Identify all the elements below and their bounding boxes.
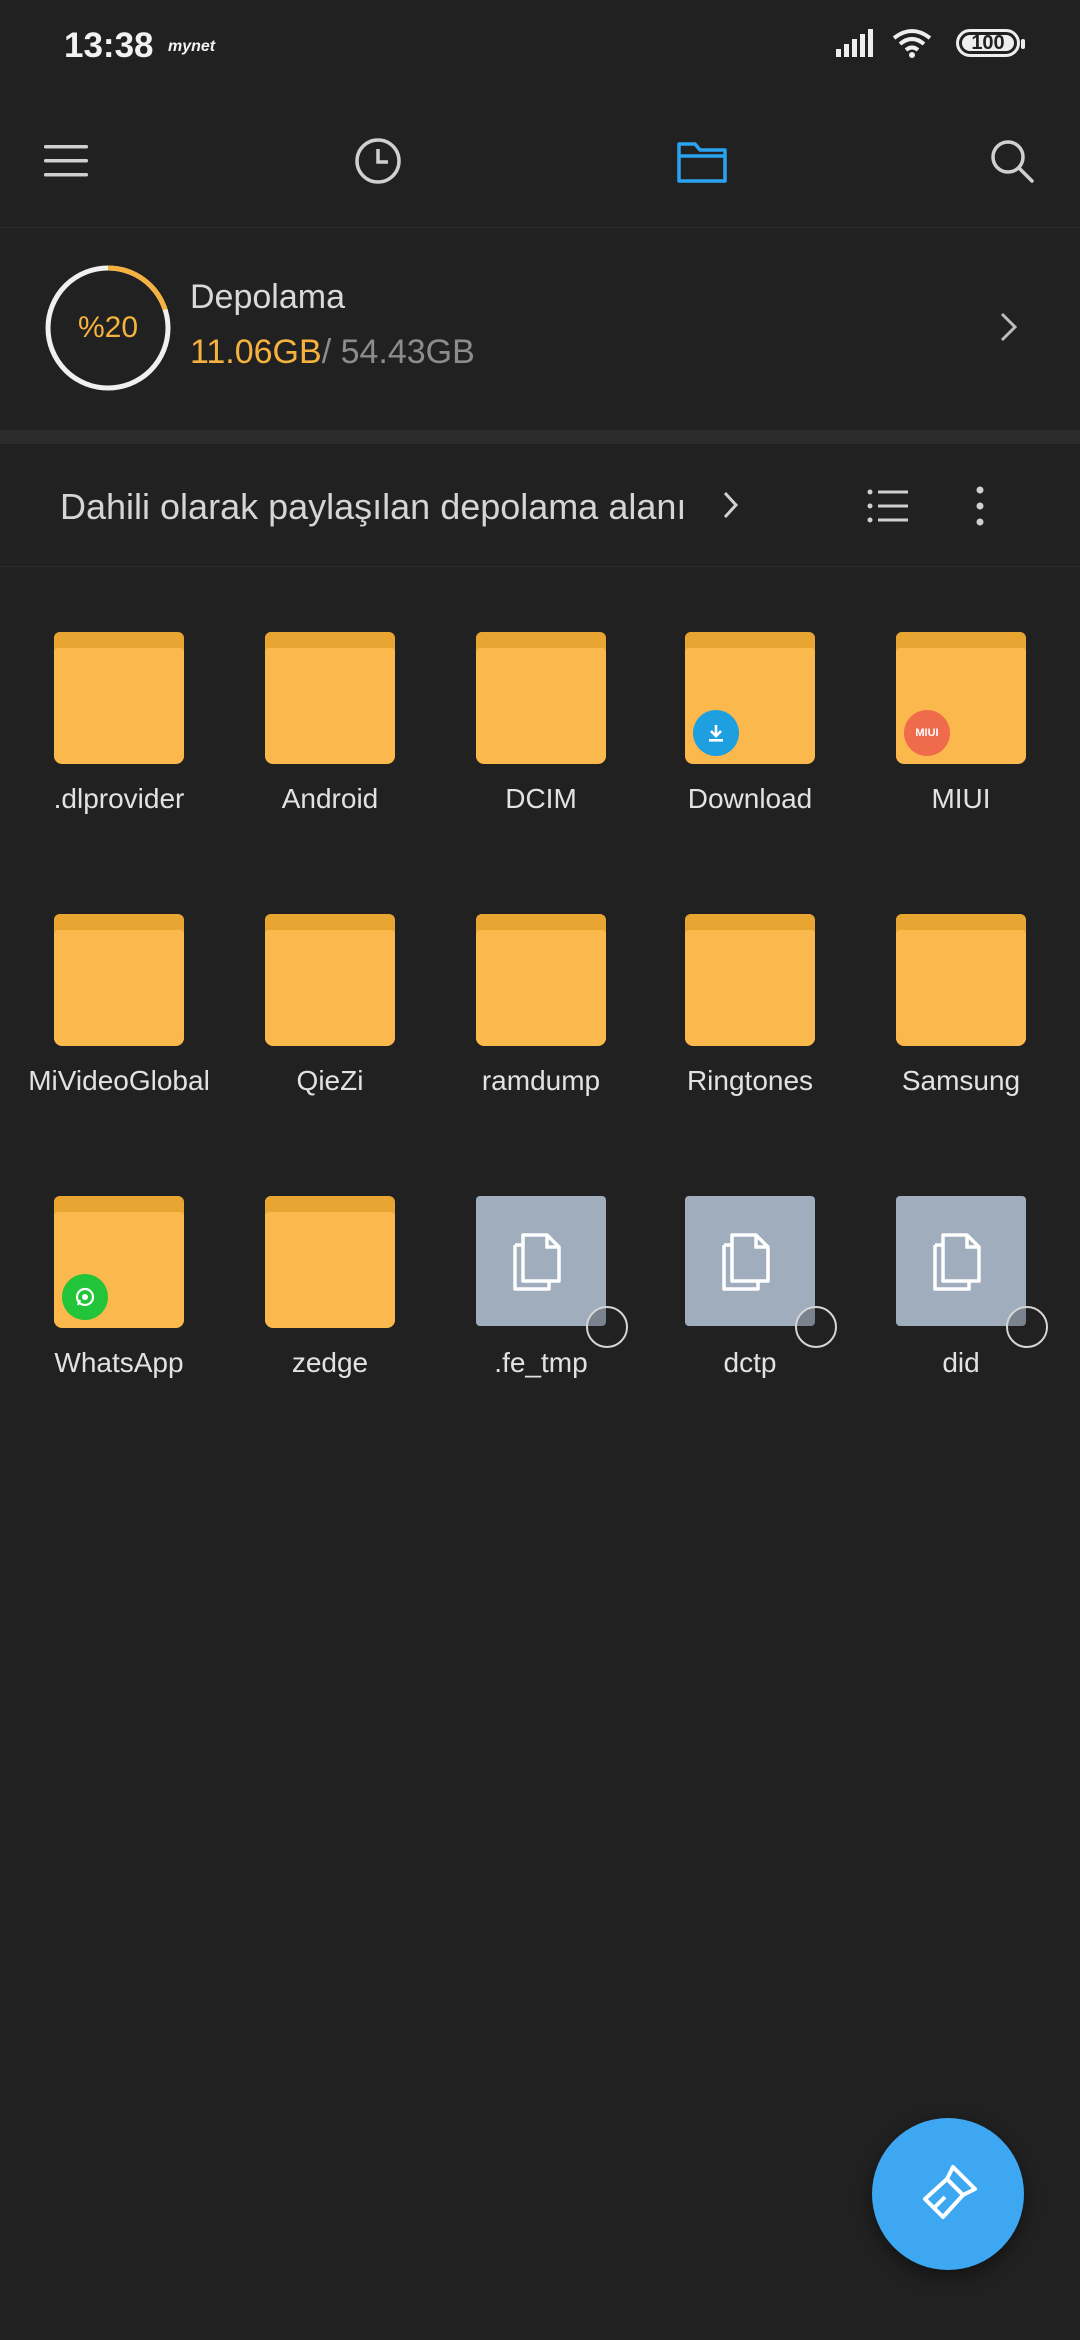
file-item[interactable]: dctp (645, 1196, 855, 1380)
folder-icon (474, 632, 608, 766)
status-bar: 13:38 mynet 100 (0, 0, 1080, 95)
battery-indicator: 100 (956, 29, 1025, 57)
search-icon (991, 140, 1034, 183)
folder-icon: MIUI (894, 632, 1028, 766)
folder-icon (683, 914, 817, 1048)
folder-icon (52, 632, 186, 766)
folder-icon (683, 632, 817, 766)
folder-item[interactable]: Ringtones (645, 914, 855, 1098)
folder-item[interactable]: zedge (225, 1196, 435, 1380)
file-icon (894, 1196, 1048, 1348)
menu-button[interactable] (30, 125, 102, 197)
folder-icon (263, 914, 397, 1048)
status-icons: 100 (834, 28, 1025, 58)
item-label: Ringtones (686, 1065, 814, 1096)
list-view-button[interactable] (862, 480, 914, 532)
folder-item[interactable]: MIUI MIUI (856, 632, 1066, 816)
folder-item[interactable]: MiVideoGlobal (14, 914, 224, 1098)
folder-item[interactable]: QieZi (225, 914, 435, 1098)
item-label: zedge (291, 1347, 369, 1378)
folder-icon (263, 1196, 397, 1330)
storage-title: Depolama (190, 278, 345, 316)
item-label: Download (687, 783, 813, 814)
item-label: .dlprovider (53, 783, 185, 814)
file-item[interactable]: .fe_tmp (436, 1196, 646, 1380)
mynet-logo: mynet (168, 38, 216, 55)
folder-item[interactable]: ramdump (436, 914, 646, 1098)
battery-level: 100 (971, 31, 1005, 54)
search-button[interactable] (976, 125, 1048, 197)
storage-used: 11.06GB (190, 333, 322, 371)
item-label: ramdump (481, 1065, 601, 1096)
file-icon (474, 1196, 628, 1348)
chevron-right-icon (1000, 312, 1018, 342)
item-label: Samsung (901, 1065, 1021, 1096)
file-icon (683, 1196, 837, 1348)
download-badge-icon (693, 710, 739, 756)
storage-percent: %20 (77, 311, 139, 344)
folder-item[interactable]: DCIM (436, 632, 646, 816)
status-time: 13:38 (64, 26, 154, 65)
miui-badge-icon: MIUI (904, 710, 950, 756)
item-label: .fe_tmp (494, 1347, 588, 1378)
signal-icon (836, 29, 873, 57)
folder-item[interactable]: Samsung (856, 914, 1066, 1098)
folder-icon (677, 142, 727, 183)
file-item[interactable]: did (856, 1196, 1066, 1380)
storage-amount: 11.06GB/ 54.43GB (190, 333, 475, 372)
breadcrumb[interactable]: Dahili olarak paylaşılan depolama alanı (60, 486, 686, 528)
folder-item[interactable]: .dlprovider (14, 632, 224, 816)
files-tab-button[interactable] (666, 125, 738, 197)
folder-item[interactable]: Download (645, 632, 855, 816)
clean-brush-icon (923, 2165, 977, 2219)
folder-item[interactable]: Android (225, 632, 435, 816)
item-label: dctp (723, 1347, 777, 1378)
folder-item[interactable]: WhatsApp (14, 1196, 224, 1380)
item-label: DCIM (505, 783, 577, 814)
selection-checkbox[interactable] (1006, 1306, 1048, 1348)
clean-button[interactable] (872, 2118, 1024, 2270)
path-bar: Dahili olarak paylaşılan depolama alanı (0, 444, 1080, 567)
list-icon (867, 489, 908, 523)
top-toolbar (0, 95, 1080, 228)
more-options-button[interactable] (962, 480, 998, 532)
folder-icon (52, 914, 186, 1048)
menu-icon (44, 145, 88, 177)
item-label: WhatsApp (54, 1347, 184, 1378)
folder-icon (894, 914, 1028, 1048)
recent-tab-button[interactable] (342, 125, 414, 197)
item-label: MIUI (931, 783, 991, 814)
item-label: did (942, 1347, 980, 1378)
storage-total: / 54.43GB (321, 333, 475, 371)
chevron-right-icon (723, 491, 739, 519)
clock-icon (355, 138, 401, 184)
item-label: Android (281, 783, 379, 814)
folder-icon (52, 1196, 186, 1330)
selection-checkbox[interactable] (795, 1306, 837, 1348)
selection-checkbox[interactable] (586, 1306, 628, 1348)
wifi-icon (892, 29, 932, 58)
section-divider (0, 430, 1080, 444)
item-label: MiVideoGlobal (28, 1065, 210, 1096)
item-label: QieZi (296, 1065, 364, 1096)
folder-icon (474, 914, 608, 1048)
whatsapp-badge-icon (62, 1274, 108, 1320)
folder-icon (263, 632, 397, 766)
more-vertical-icon (976, 486, 984, 526)
storage-summary[interactable]: %20 Depolama 11.06GB/ 54.43GB (0, 228, 1080, 428)
